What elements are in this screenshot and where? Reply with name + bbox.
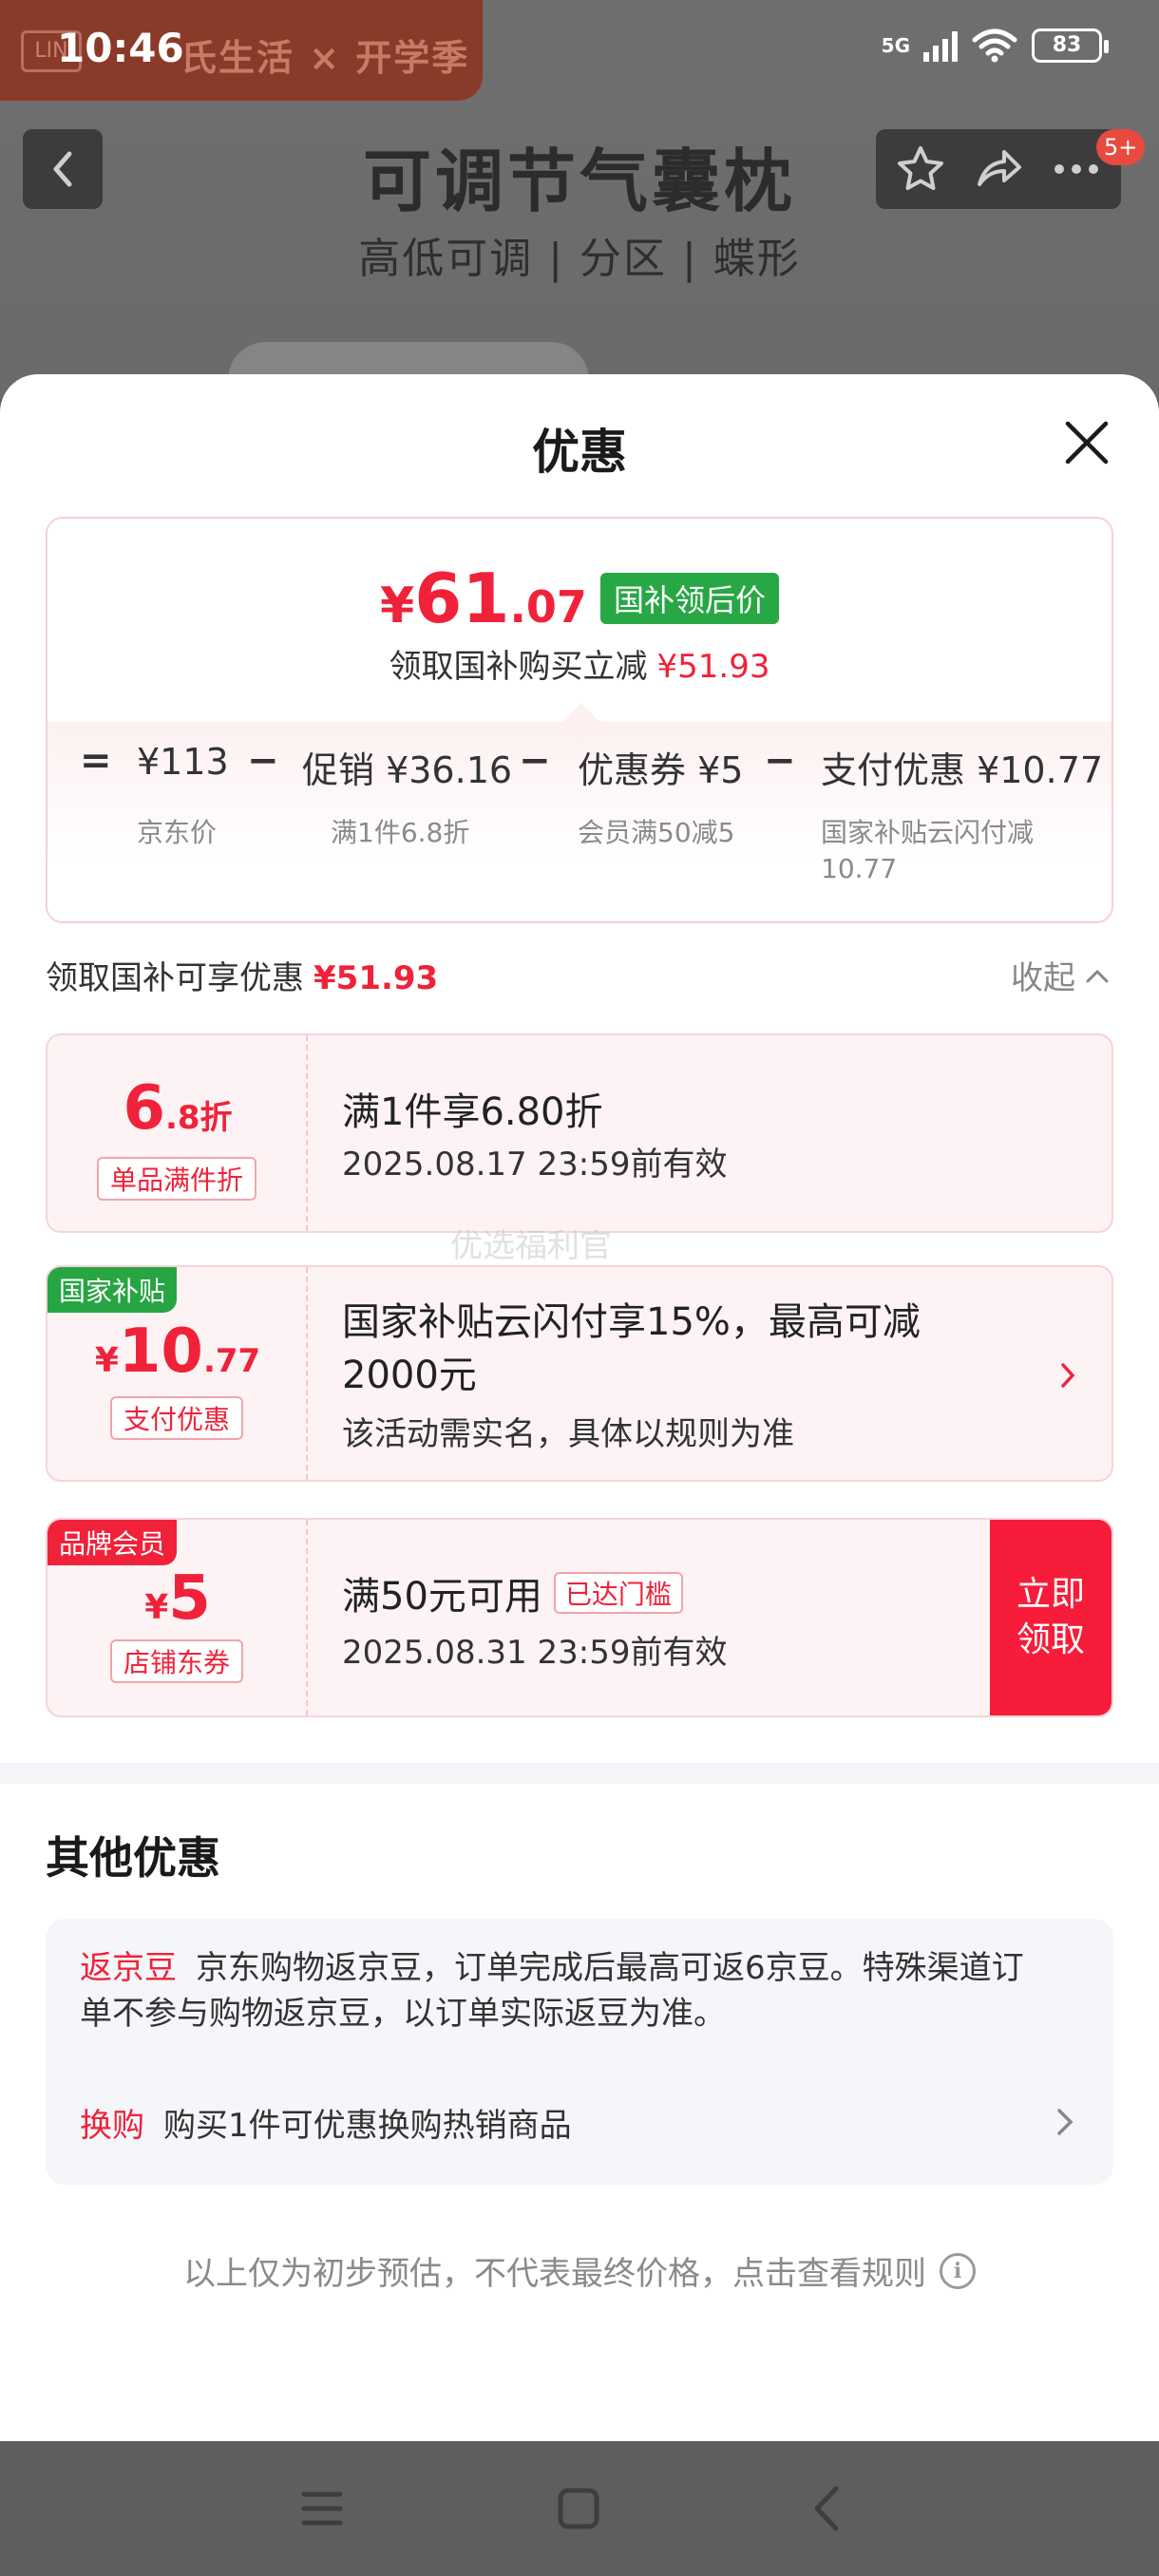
- other-offers-title: 其他优惠: [46, 1832, 220, 1884]
- pricing-disclaimer[interactable]: 以上仅为初步预估，不代表最终价格，点击查看规则 i: [0, 2247, 1159, 2294]
- equals-sign: =: [80, 739, 112, 783]
- star-icon[interactable]: [894, 142, 947, 196]
- back-icon[interactable]: [804, 2483, 855, 2534]
- promo-amount: 促销 ¥36.16: [302, 749, 513, 791]
- menu-icon[interactable]: [296, 2483, 348, 2534]
- chevron-right-icon[interactable]: [1051, 2103, 1079, 2141]
- jingdou-offer: 返京豆 京东购物返京豆，订单完成后最高可返6京豆。特殊渠道订单不参与购物返京豆，以…: [80, 1949, 1024, 2033]
- share-icon[interactable]: [972, 142, 1025, 196]
- available-amount: ¥51.93: [314, 959, 439, 997]
- minus-sign: −: [247, 739, 279, 783]
- coupon-type-label: 店铺东券: [109, 1639, 244, 1683]
- swap-tag: 换购: [80, 2107, 144, 2145]
- system-navigation-bar: [0, 2441, 1159, 2576]
- coupon-card-store: ¥5 店铺东券 品牌会员 满50元可用 已达门槛 2025.08.31 23:59…: [46, 1518, 1113, 1717]
- subsidy-corner-tag: 国家补贴: [48, 1267, 178, 1313]
- close-icon[interactable]: [1062, 418, 1112, 467]
- chevron-left-icon: [53, 151, 72, 187]
- signal-icon: [923, 29, 958, 62]
- payment-discount: 支付优惠 ¥10.77: [821, 749, 1104, 791]
- coupon-label: 会员满50减5: [578, 817, 735, 848]
- coupon-value: 6.8折: [123, 1073, 233, 1144]
- coupon-validity: 2025.08.31 23:59前有效: [342, 1634, 728, 1672]
- sheet-title: 优惠: [532, 425, 627, 480]
- other-offers-box: 返京豆 京东购物返京豆，订单完成后最高可返6京豆。特殊渠道订单不参与购物返京豆，以…: [46, 1919, 1113, 2185]
- chevron-right-icon: [1061, 1363, 1075, 1388]
- price-summary-card: ¥ 61 .07 国补领后价 领取国补购买立减 ¥51.93 = ¥113 − 促…: [46, 517, 1113, 923]
- coupon-validity: 2025.08.17 23:59前有效: [342, 1146, 728, 1184]
- chevron-up-icon: [1086, 969, 1109, 982]
- price-type-tag: 国补领后价: [599, 573, 779, 624]
- coupon-card-subsidy[interactable]: ¥10.77 支付优惠 国家补贴 国家补贴云闪付享15%，最高可减 2000元 …: [46, 1265, 1113, 1482]
- minus-sign: −: [764, 739, 796, 783]
- brand-banner-text: 氏生活 × 开学季: [180, 37, 470, 79]
- status-time: 10:46: [57, 25, 184, 71]
- final-price: ¥ 61 .07 国补领后价: [48, 559, 1112, 638]
- coupon-title: 满1件享6.80折: [342, 1090, 603, 1134]
- coupon-type-label: 单品满件折: [96, 1157, 257, 1201]
- promo-label: 满1件6.8折: [331, 817, 470, 848]
- more-icon[interactable]: [1050, 142, 1103, 196]
- home-icon[interactable]: [553, 2483, 604, 2534]
- section-divider: [0, 1763, 1159, 1784]
- coupon-title: 国家补贴云闪付享15%，最高可减 2000元: [342, 1300, 921, 1397]
- subsidy-line: 领取国补购买立减 ¥51.93: [389, 648, 770, 686]
- info-icon: i: [940, 2252, 976, 2289]
- jd-price-label: 京东价: [137, 817, 218, 848]
- message-count-badge: 5+: [1096, 129, 1146, 165]
- payment-label: 国家补贴云闪付减 10.77: [821, 817, 1035, 884]
- battery-icon: 83: [1032, 28, 1109, 63]
- claim-coupon-button[interactable]: 立即领取: [990, 1520, 1112, 1715]
- back-button[interactable]: [23, 129, 103, 209]
- jingdou-tag: 返京豆: [80, 1949, 177, 1987]
- network-label: 5G: [881, 34, 910, 57]
- discount-sheet: 优惠 ¥ 61 .07 国补领后价 领取国补购买立减 ¥51.93 = ¥113 …: [0, 374, 1159, 2441]
- wifi-icon: [972, 28, 1017, 63]
- coupon-value: ¥10.77: [94, 1316, 261, 1387]
- coupon-card-discount[interactable]: 6.8折 单品满件折 满1件享6.80折 2025.08.17 23:59前有效: [46, 1033, 1113, 1233]
- coupon-type-label: 支付优惠: [109, 1396, 244, 1440]
- jd-price: ¥113: [137, 741, 229, 783]
- price-breakdown: = ¥113 − 促销 ¥36.16 − 优惠券 ¥5 − 支付优惠 ¥10.7…: [48, 739, 1112, 796]
- watermark: 优选福利官: [450, 1227, 612, 1265]
- top-action-group: [876, 129, 1121, 209]
- swap-offer-row[interactable]: 换购 购买1件可优惠换购热销商品: [80, 2099, 572, 2146]
- threshold-badge: 已达门槛: [553, 1572, 683, 1614]
- available-discount-row: 领取国补可享优惠 ¥51.93: [46, 959, 439, 997]
- status-icons: 5G 83: [881, 28, 1109, 63]
- subsidy-amount: ¥51.93: [656, 648, 770, 686]
- coupon-amount: 优惠券 ¥5: [578, 749, 744, 791]
- coupon-title: 满50元可用 已达门槛: [342, 1565, 683, 1620]
- minus-sign: −: [519, 739, 551, 783]
- product-subtitle: 高低可调 | 分区 | 蝶形: [358, 235, 801, 283]
- member-corner-tag: 品牌会员: [48, 1520, 178, 1565]
- coupon-detail: 该活动需实名，具体以规则为准: [342, 1415, 794, 1453]
- coupon-value: ¥5: [144, 1563, 211, 1634]
- collapse-toggle[interactable]: 收起: [1011, 952, 1110, 998]
